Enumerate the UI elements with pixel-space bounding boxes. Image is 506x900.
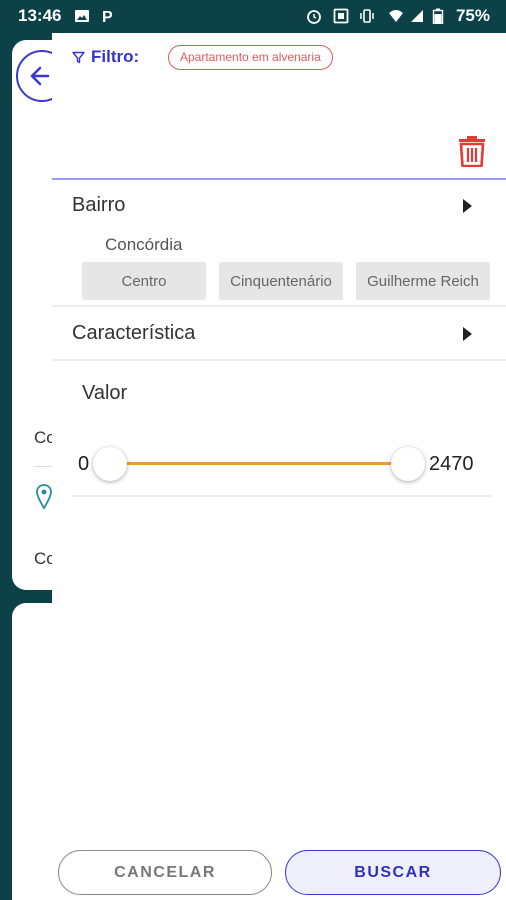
cancel-button[interactable]: CANCELAR — [58, 850, 272, 895]
battery-icon — [432, 8, 444, 24]
section-divider — [52, 359, 506, 361]
parking-icon: P — [102, 9, 113, 24]
bairro-title: Bairro — [72, 194, 126, 216]
section-divider — [72, 495, 492, 497]
expand-arrow-icon — [463, 199, 472, 213]
filter-chip[interactable]: Apartamento em alvenaria — [168, 45, 333, 70]
range-max-value: 2470 — [429, 453, 474, 475]
slider-min-thumb[interactable] — [93, 447, 127, 481]
alarm-icon — [307, 10, 321, 24]
wifi-icon — [389, 10, 403, 22]
range-min-value: 0 — [78, 453, 90, 475]
signal-icon — [411, 10, 423, 22]
filter-icon — [72, 51, 85, 63]
caracteristica-section-header[interactable]: Característica — [52, 314, 506, 354]
neighborhood-guilherme-reich[interactable]: Guilherme Reich — [356, 262, 490, 300]
nfc-icon — [333, 8, 349, 24]
vibrate-icon — [360, 9, 374, 23]
valor-title: Valor — [82, 382, 128, 404]
status-bar: 13:46 P 75% — [0, 0, 506, 33]
image-icon — [75, 10, 89, 22]
status-time: 13:46 — [18, 6, 62, 25]
battery-level: 75% — [455, 6, 490, 25]
city-label: Concórdia — [105, 235, 183, 254]
filter-drawer: Filtro: Apartamento em alvenaria Bairro … — [52, 33, 506, 900]
search-button[interactable]: BUSCAR — [285, 850, 501, 895]
section-divider — [52, 305, 506, 307]
header-divider — [52, 178, 506, 180]
expand-arrow-icon — [463, 327, 472, 341]
location-pin-icon — [36, 484, 52, 510]
filter-header: Filtro: — [72, 47, 139, 67]
trash-icon[interactable] — [458, 135, 486, 167]
neighborhood-cinquentenario[interactable]: Cinquentenário — [219, 262, 343, 300]
svg-text:P: P — [102, 9, 113, 24]
caracteristica-title: Característica — [72, 322, 196, 344]
filter-label: Filtro: — [91, 47, 140, 66]
price-range-slider[interactable] — [110, 462, 406, 465]
slider-max-thumb[interactable] — [391, 447, 425, 481]
bairro-section-header[interactable]: Bairro — [52, 186, 506, 226]
neighborhood-centro[interactable]: Centro — [82, 262, 206, 300]
